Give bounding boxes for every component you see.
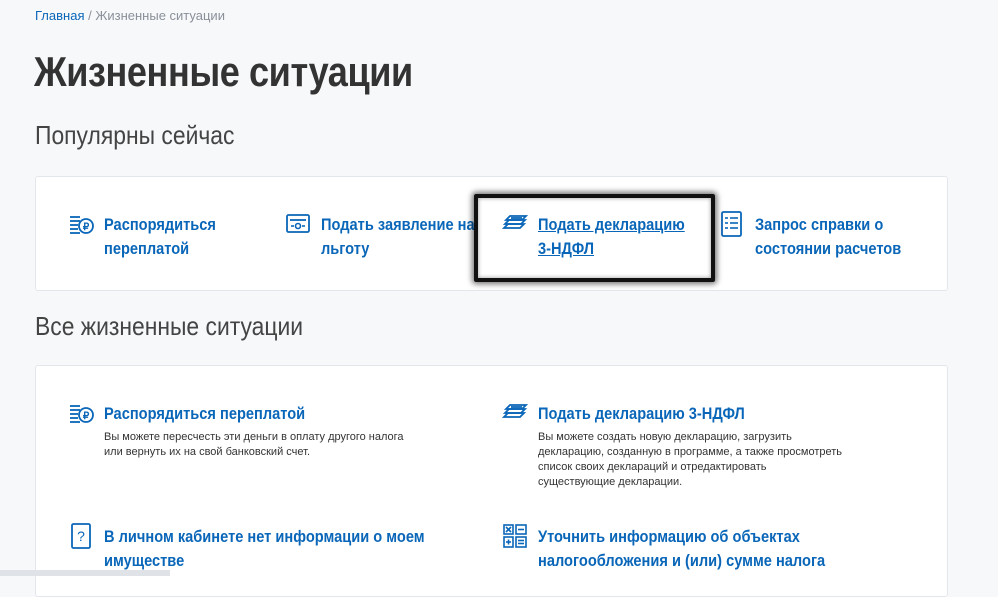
situation-clarify-objects[interactable]: Уточнить информацию об объектах налогооб…	[502, 523, 872, 573]
situation-no-property-info[interactable]: ? В личном кабинете нет информации о мое…	[68, 523, 477, 573]
situation-declaration[interactable]: Подать декларацию 3-НДФЛ Вы можете созда…	[502, 402, 842, 490]
popular-item-label[interactable]: Подать заявление на	[321, 213, 475, 237]
description-line: или вернуть их на свой банковский счет.	[104, 446, 311, 458]
description-line: Вы можете создать новую декларацию, загр…	[538, 431, 792, 443]
situation-title[interactable]: Подать декларацию 3-НДФЛ	[538, 402, 745, 426]
svg-text:₽: ₽	[83, 222, 90, 233]
svg-text:?: ?	[77, 528, 85, 544]
document-list-icon	[719, 211, 745, 237]
ruble-coins-icon: ₽	[68, 211, 94, 237]
popular-item-benefit[interactable]: Подать заявление на льготу	[285, 213, 500, 261]
popular-heading: Популярны сейчас	[35, 120, 235, 150]
question-doc-icon: ?	[68, 523, 94, 549]
description-line: декларацию, созданную в программе, а так…	[538, 446, 843, 458]
popular-item-label[interactable]: Запрос справки о	[755, 213, 901, 237]
description-line: Вы можете пересчесть эти деньги в оплату…	[104, 431, 404, 443]
situation-title[interactable]: налогообложения и (или) сумме налога	[538, 549, 825, 573]
stacked-papers-icon	[502, 400, 528, 426]
breadcrumb-home-link[interactable]: Главная	[35, 8, 84, 23]
situation-description: Вы можете создать новую декларацию, загр…	[538, 430, 842, 490]
popular-item-label[interactable]: состоянии расчетов	[755, 237, 901, 261]
calculator-icon	[502, 523, 528, 549]
document-screen-icon	[285, 211, 311, 237]
breadcrumb-current: Жизненные ситуации	[95, 8, 225, 23]
description-line: существующие декларации.	[538, 476, 683, 488]
ruble-coins-icon: ₽	[68, 400, 94, 426]
highlight-frame	[474, 194, 715, 282]
situation-overpayment[interactable]: ₽ Распорядиться переплатой Вы можете пер…	[68, 402, 404, 460]
all-situations-heading: Все жизненные ситуации	[35, 311, 304, 341]
popular-item-overpayment[interactable]: ₽ Распорядиться переплатой	[68, 213, 234, 261]
situation-title[interactable]: В личном кабинете нет информации о моем	[104, 525, 425, 549]
situation-description: Вы можете пересчесть эти деньги в оплату…	[104, 430, 404, 460]
situation-title[interactable]: Уточнить информацию об объектах	[538, 525, 825, 549]
page-title: Жизненные ситуации	[34, 48, 413, 95]
description-line: список своих деклараций и отредактироват…	[538, 461, 767, 473]
all-situations-card: ₽ Распорядиться переплатой Вы можете пер…	[35, 365, 948, 597]
breadcrumb-separator: /	[88, 8, 92, 23]
popular-item-label[interactable]: льготу	[321, 237, 475, 261]
situation-title[interactable]: Распорядиться переплатой	[104, 402, 305, 426]
svg-text:₽: ₽	[83, 411, 90, 422]
popular-item-label[interactable]: Распорядиться	[104, 213, 216, 237]
horizontal-scrollbar[interactable]	[0, 570, 170, 576]
breadcrumb: Главная / Жизненные ситуации	[35, 8, 225, 23]
popular-item-label[interactable]: переплатой	[104, 237, 216, 261]
popular-item-settlement[interactable]: Запрос справки о состоянии расчетов	[719, 211, 925, 261]
